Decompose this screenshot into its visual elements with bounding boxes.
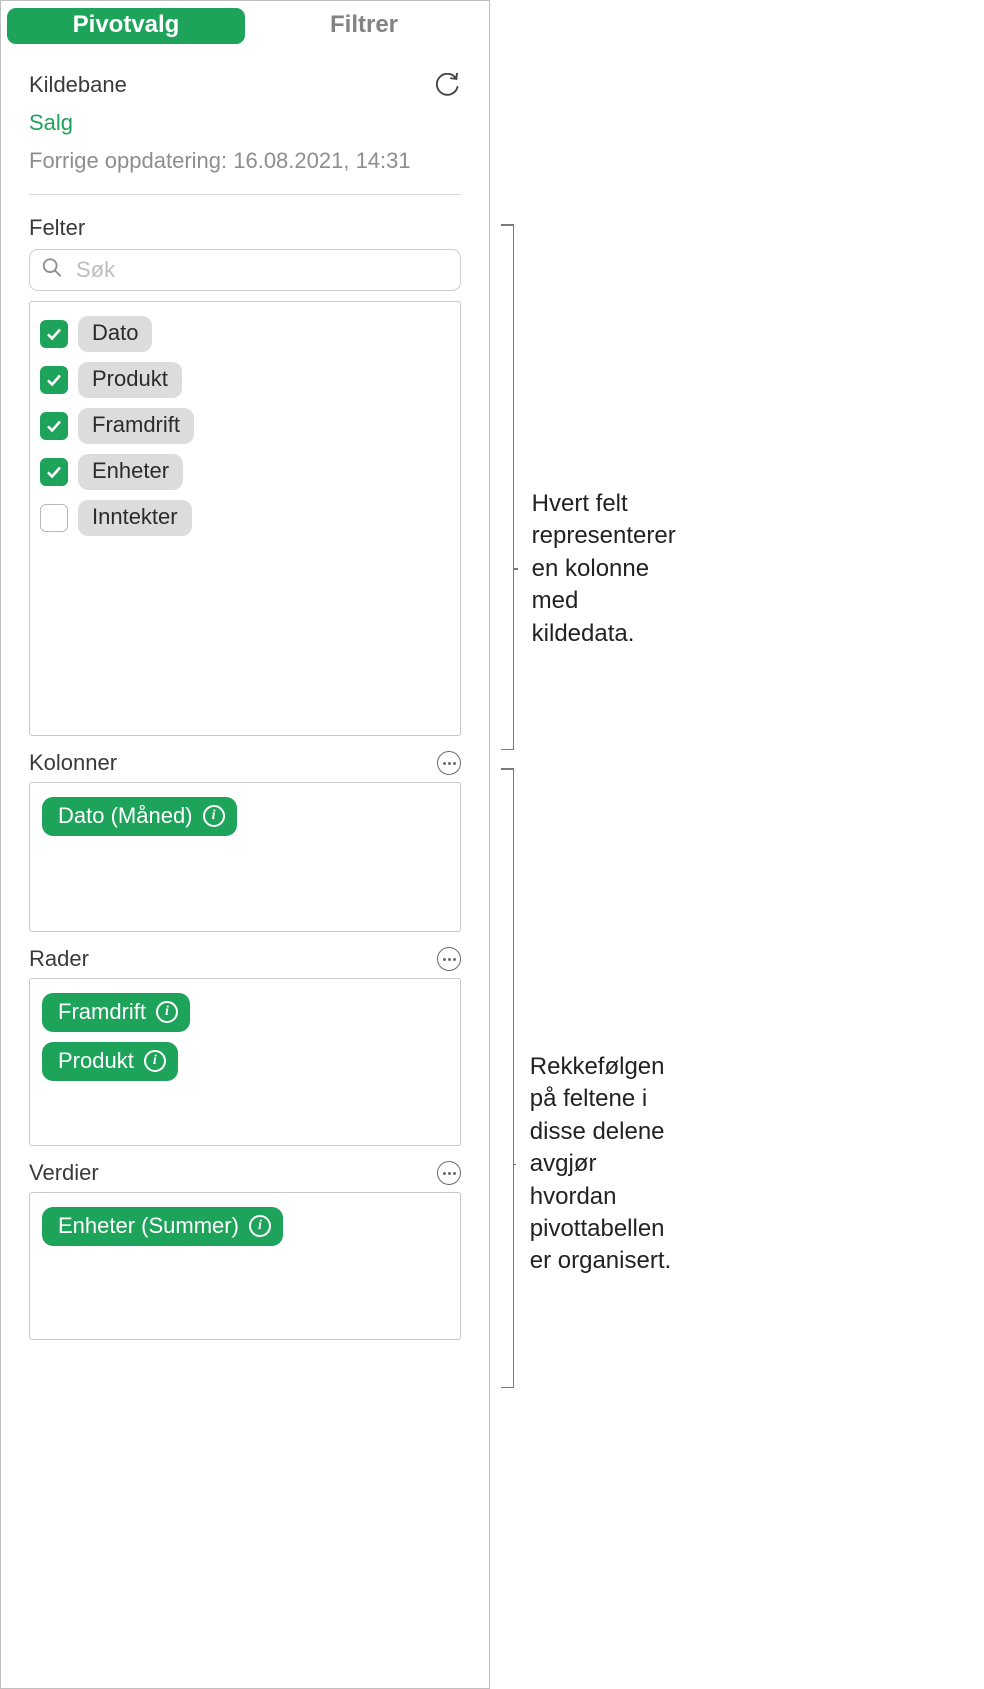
values-dropzone[interactable]: Enheter (Summer) i [29, 1192, 461, 1340]
field-checkbox-inntekter[interactable] [40, 504, 68, 532]
row-pill-framdrift[interactable]: Framdrift i [42, 993, 190, 1032]
field-chip-inntekter[interactable]: Inntekter [78, 500, 192, 536]
field-chip-dato[interactable]: Dato [78, 316, 152, 352]
values-label: Verdier [29, 1160, 99, 1186]
pill-label: Framdrift [58, 999, 146, 1025]
tab-pivotvalg[interactable]: Pivotvalg [7, 8, 245, 44]
source-path-label: Kildebane [29, 72, 127, 98]
row-pill-produkt[interactable]: Produkt i [42, 1042, 178, 1081]
callout-fields: Hvert felt representerer en kolonne med … [496, 224, 514, 750]
last-updated-label: Forrige oppdatering: 16.08.2021, 14:31 [29, 148, 461, 194]
field-row: Inntekter [38, 496, 452, 540]
fields-label: Felter [29, 215, 461, 241]
info-icon[interactable]: i [156, 1001, 178, 1023]
field-chip-produkt[interactable]: Produkt [78, 362, 182, 398]
field-row: Framdrift [38, 404, 452, 448]
callout-text: Rekkefølgen på feltene i disse delene av… [530, 1051, 678, 1278]
info-icon[interactable]: i [144, 1050, 166, 1072]
columns-dropzone[interactable]: Dato (Måned) i [29, 782, 461, 932]
info-icon[interactable]: i [203, 805, 225, 827]
fields-list: Dato Produkt Framdrift [29, 301, 461, 736]
columns-more-icon[interactable] [437, 751, 461, 775]
bracket-icon [496, 768, 514, 1388]
annotations-area: Hvert felt representerer en kolonne med … [496, 0, 984, 1689]
field-chip-framdrift[interactable]: Framdrift [78, 408, 194, 444]
pill-label: Produkt [58, 1048, 134, 1074]
info-icon[interactable]: i [249, 1215, 271, 1237]
rows-more-icon[interactable] [437, 947, 461, 971]
callout-sections: Rekkefølgen på feltene i disse delene av… [496, 768, 514, 1388]
field-checkbox-framdrift[interactable] [40, 412, 68, 440]
pill-label: Dato (Måned) [58, 803, 193, 829]
refresh-icon[interactable] [433, 73, 461, 106]
field-checkbox-produkt[interactable] [40, 366, 68, 394]
field-row: Produkt [38, 358, 452, 402]
columns-label: Kolonner [29, 750, 117, 776]
rows-dropzone[interactable]: Framdrift i Produkt i [29, 978, 461, 1146]
tabs-bar: Pivotvalg Filtrer [1, 1, 489, 48]
field-checkbox-enheter[interactable] [40, 458, 68, 486]
value-pill-enheter-summer[interactable]: Enheter (Summer) i [42, 1207, 283, 1246]
field-checkbox-dato[interactable] [40, 320, 68, 348]
search-input[interactable] [29, 249, 461, 291]
bracket-icon [496, 224, 514, 750]
field-chip-enheter[interactable]: Enheter [78, 454, 183, 490]
tick-icon [513, 1164, 516, 1166]
source-name[interactable]: Salg [29, 110, 461, 136]
rows-label: Rader [29, 946, 89, 972]
tab-filtrer[interactable]: Filtrer [245, 8, 483, 44]
callout-text: Hvert felt representerer en kolonne med … [532, 488, 687, 650]
pivot-options-panel: Pivotvalg Filtrer Kildebane Salg Forrige… [0, 0, 490, 1689]
field-row: Enheter [38, 450, 452, 494]
search-icon [41, 257, 63, 284]
field-row: Dato [38, 312, 452, 356]
tick-icon [513, 568, 518, 570]
values-more-icon[interactable] [437, 1161, 461, 1185]
pill-label: Enheter (Summer) [58, 1213, 239, 1239]
column-pill-dato-maned[interactable]: Dato (Måned) i [42, 797, 237, 836]
